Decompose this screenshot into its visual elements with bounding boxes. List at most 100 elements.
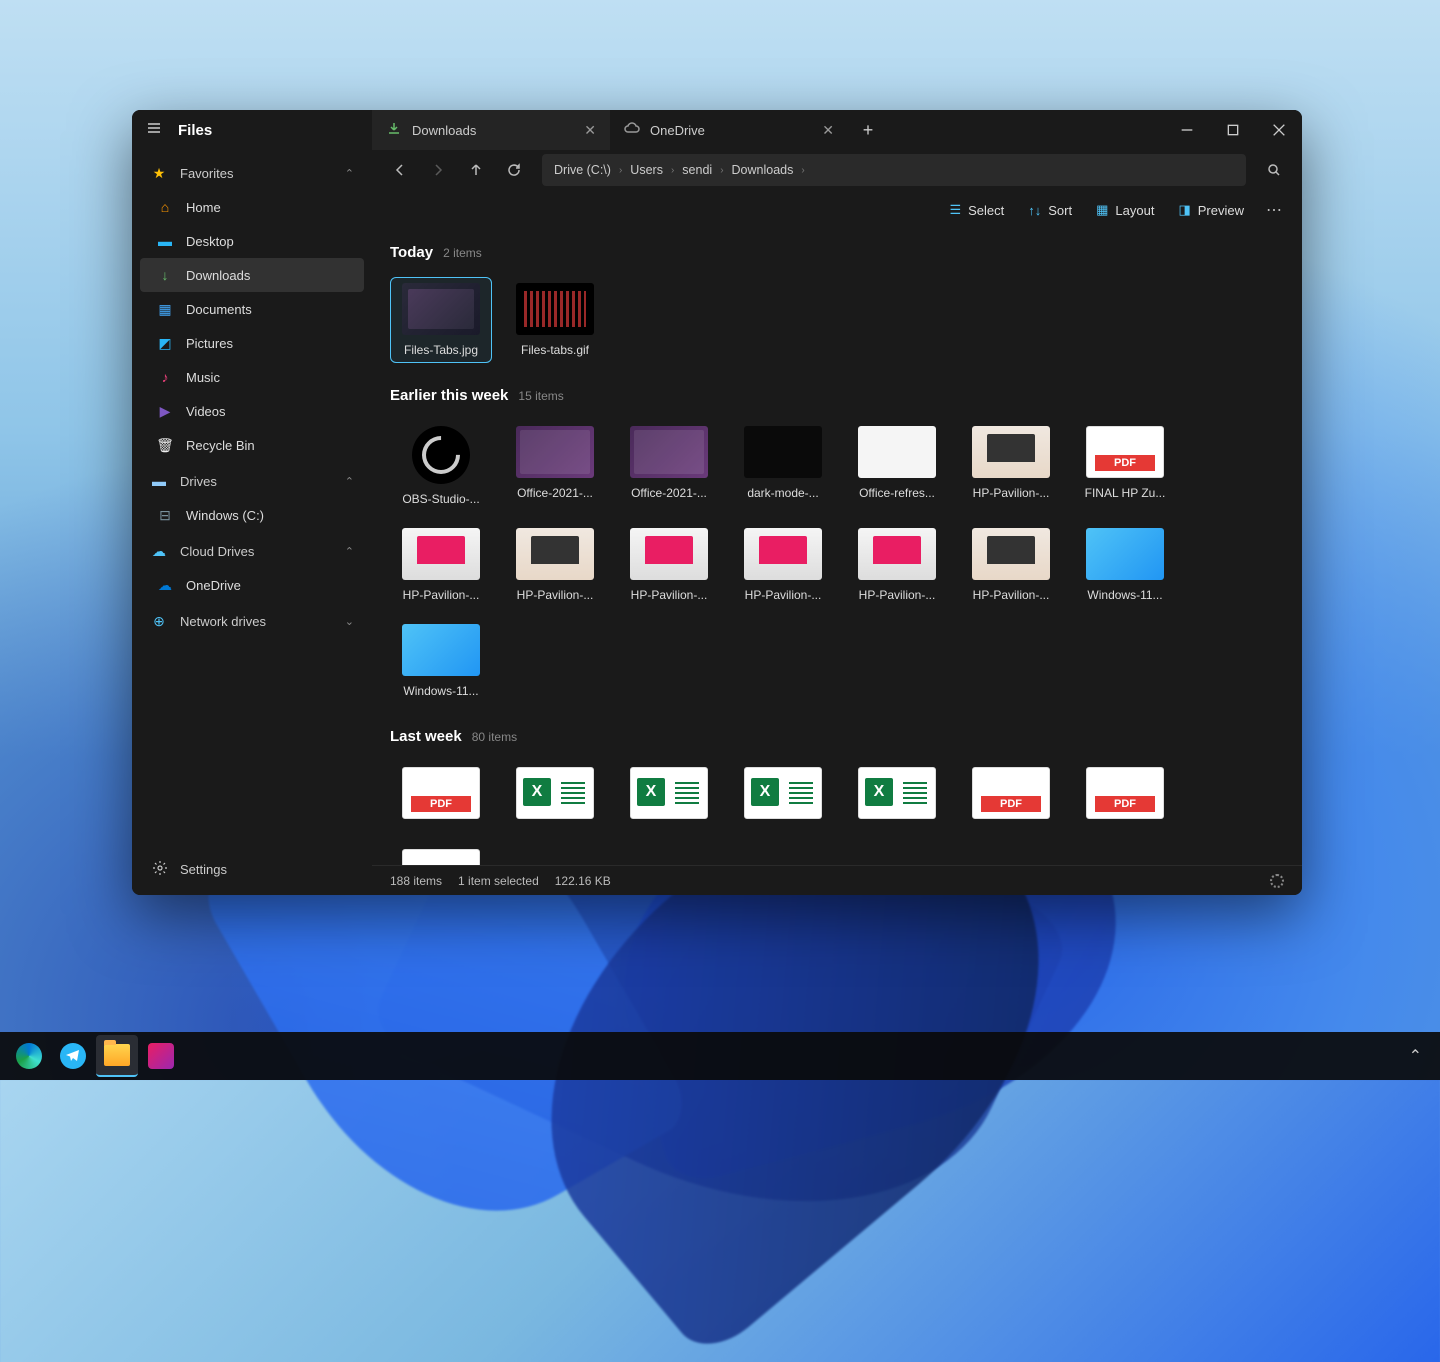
sidebar-item-label: Windows (C:) bbox=[186, 508, 264, 523]
tab-label: Downloads bbox=[412, 123, 476, 138]
sidebar-item-windows-c[interactable]: ⊟ Windows (C:) bbox=[140, 498, 364, 532]
file-item[interactable] bbox=[618, 761, 720, 833]
maximize-button[interactable] bbox=[1210, 110, 1256, 150]
file-item[interactable]: Windows-11... bbox=[390, 618, 492, 704]
sort-button[interactable]: ↑↓Sort bbox=[1018, 197, 1082, 224]
breadcrumb[interactable]: Drive (C:\)› Users› sendi› Downloads› bbox=[542, 154, 1246, 186]
sidebar-item-label: Music bbox=[186, 370, 220, 385]
chevron-up-icon[interactable]: ⌃ bbox=[1409, 1046, 1422, 1066]
file-item[interactable] bbox=[390, 843, 492, 865]
group-title: Last week bbox=[390, 728, 462, 745]
more-button[interactable]: ⋯ bbox=[1258, 194, 1290, 226]
back-button[interactable] bbox=[384, 154, 416, 186]
folder-icon bbox=[104, 1044, 130, 1066]
file-item[interactable]: HP-Pavilion-... bbox=[960, 420, 1062, 512]
crumb[interactable]: Users bbox=[630, 163, 663, 177]
sort-icon: ↑↓ bbox=[1028, 203, 1041, 218]
sidebar-item-label: Documents bbox=[186, 302, 252, 317]
file-item[interactable]: Files-Tabs.jpg bbox=[390, 277, 492, 363]
file-thumbnail bbox=[858, 426, 936, 478]
taskbar-telegram[interactable] bbox=[52, 1035, 94, 1077]
status-size: 122.16 KB bbox=[555, 874, 611, 888]
new-tab-button[interactable]: + bbox=[848, 110, 888, 150]
file-item[interactable]: Office-2021-... bbox=[618, 420, 720, 512]
group-header[interactable]: Last week80 items bbox=[390, 718, 1284, 753]
group-header[interactable]: Today2 items bbox=[390, 234, 1284, 269]
group-count: 15 items bbox=[518, 389, 563, 403]
file-item[interactable]: Office-2021-... bbox=[504, 420, 606, 512]
group-title: Today bbox=[390, 244, 433, 261]
preview-button[interactable]: ◨Preview bbox=[1168, 196, 1254, 224]
tab-label: OneDrive bbox=[650, 123, 705, 138]
file-item[interactable] bbox=[846, 761, 948, 833]
close-icon[interactable]: ✕ bbox=[584, 122, 596, 139]
file-item[interactable] bbox=[1074, 761, 1176, 833]
file-name: FINAL HP Zu... bbox=[1078, 486, 1172, 500]
crumb[interactable]: Downloads bbox=[732, 163, 794, 177]
sidebar-item-label: Desktop bbox=[186, 234, 234, 249]
cloud-icon bbox=[624, 121, 640, 140]
file-item[interactable]: HP-Pavilion-... bbox=[960, 522, 1062, 608]
telegram-icon bbox=[60, 1043, 86, 1069]
sidebar-item-recycle-bin[interactable]: 🗑 Recycle Bin bbox=[140, 428, 364, 462]
system-tray[interactable]: ⌃ bbox=[1409, 1046, 1432, 1066]
sidebar-section-favorites[interactable]: ★ Favorites ⌃ bbox=[140, 156, 364, 190]
file-item[interactable]: Windows-11... bbox=[1074, 522, 1176, 608]
tab-onedrive[interactable]: OneDrive ✕ bbox=[610, 110, 848, 150]
file-item[interactable]: HP-Pavilion-... bbox=[846, 522, 948, 608]
search-button[interactable] bbox=[1258, 154, 1290, 186]
star-icon: ★ bbox=[150, 164, 168, 182]
sidebar-item-onedrive[interactable]: ☁ OneDrive bbox=[140, 568, 364, 602]
file-item[interactable]: Office-refres... bbox=[846, 420, 948, 512]
forward-button[interactable] bbox=[422, 154, 454, 186]
sidebar-item-label: Downloads bbox=[186, 268, 250, 283]
group-header[interactable]: Earlier this week15 items bbox=[390, 377, 1284, 412]
file-item[interactable]: FINAL HP Zu... bbox=[1074, 420, 1176, 512]
file-item[interactable]: HP-Pavilion-... bbox=[504, 522, 606, 608]
taskbar-explorer[interactable] bbox=[96, 1035, 138, 1077]
minimize-button[interactable] bbox=[1164, 110, 1210, 150]
select-button[interactable]: ☰Select bbox=[939, 196, 1014, 224]
file-item[interactable]: dark-mode-... bbox=[732, 420, 834, 512]
file-item[interactable] bbox=[732, 761, 834, 833]
sidebar-item-downloads[interactable]: ↓ Downloads bbox=[140, 258, 364, 292]
sidebar-settings[interactable]: Settings bbox=[140, 850, 364, 889]
file-name: HP-Pavilion-... bbox=[622, 588, 716, 602]
sidebar-item-documents[interactable]: ▦ Documents bbox=[140, 292, 364, 326]
file-item[interactable] bbox=[960, 761, 1062, 833]
up-button[interactable] bbox=[460, 154, 492, 186]
file-thumbnail bbox=[858, 528, 936, 580]
close-icon[interactable]: ✕ bbox=[822, 122, 834, 139]
sidebar-section-drives[interactable]: ▬ Drives ⌃ bbox=[140, 464, 364, 498]
file-item[interactable] bbox=[504, 761, 606, 833]
settings-label: Settings bbox=[180, 862, 227, 877]
file-item[interactable]: HP-Pavilion-... bbox=[618, 522, 720, 608]
taskbar-affinity[interactable] bbox=[140, 1035, 182, 1077]
file-item[interactable]: HP-Pavilion-... bbox=[390, 522, 492, 608]
file-item[interactable] bbox=[390, 761, 492, 833]
taskbar: ⌃ bbox=[0, 1032, 1440, 1080]
crumb[interactable]: Drive (C:\) bbox=[554, 163, 611, 177]
crumb[interactable]: sendi bbox=[682, 163, 712, 177]
sidebar-item-pictures[interactable]: ◩ Pictures bbox=[140, 326, 364, 360]
taskbar-edge[interactable] bbox=[8, 1035, 50, 1077]
sidebar-section-network[interactable]: ⊕ Network drives ⌄ bbox=[140, 604, 364, 638]
sidebar-section-cloud[interactable]: ☁ Cloud Drives ⌃ bbox=[140, 534, 364, 568]
sidebar-item-music[interactable]: ♪ Music bbox=[140, 360, 364, 394]
file-thumbnail bbox=[1086, 528, 1164, 580]
refresh-button[interactable] bbox=[498, 154, 530, 186]
pictures-icon: ◩ bbox=[156, 334, 174, 352]
sidebar-item-videos[interactable]: ▶ Videos bbox=[140, 394, 364, 428]
close-button[interactable] bbox=[1256, 110, 1302, 150]
sidebar-item-home[interactable]: ⌂ Home bbox=[140, 190, 364, 224]
layout-button[interactable]: ▦Layout bbox=[1086, 196, 1164, 224]
hamburger-icon[interactable] bbox=[146, 120, 162, 141]
file-item[interactable]: OBS-Studio-... bbox=[390, 420, 492, 512]
files-content[interactable]: Today2 items Files-Tabs.jpgFiles-tabs.gif… bbox=[372, 230, 1302, 865]
file-item[interactable]: Files-tabs.gif bbox=[504, 277, 606, 363]
sidebar-item-desktop[interactable]: ▬ Desktop bbox=[140, 224, 364, 258]
layout-icon: ▦ bbox=[1096, 202, 1108, 218]
file-thumbnail bbox=[1086, 426, 1164, 478]
file-item[interactable]: HP-Pavilion-... bbox=[732, 522, 834, 608]
tab-downloads[interactable]: Downloads ✕ bbox=[372, 110, 610, 150]
